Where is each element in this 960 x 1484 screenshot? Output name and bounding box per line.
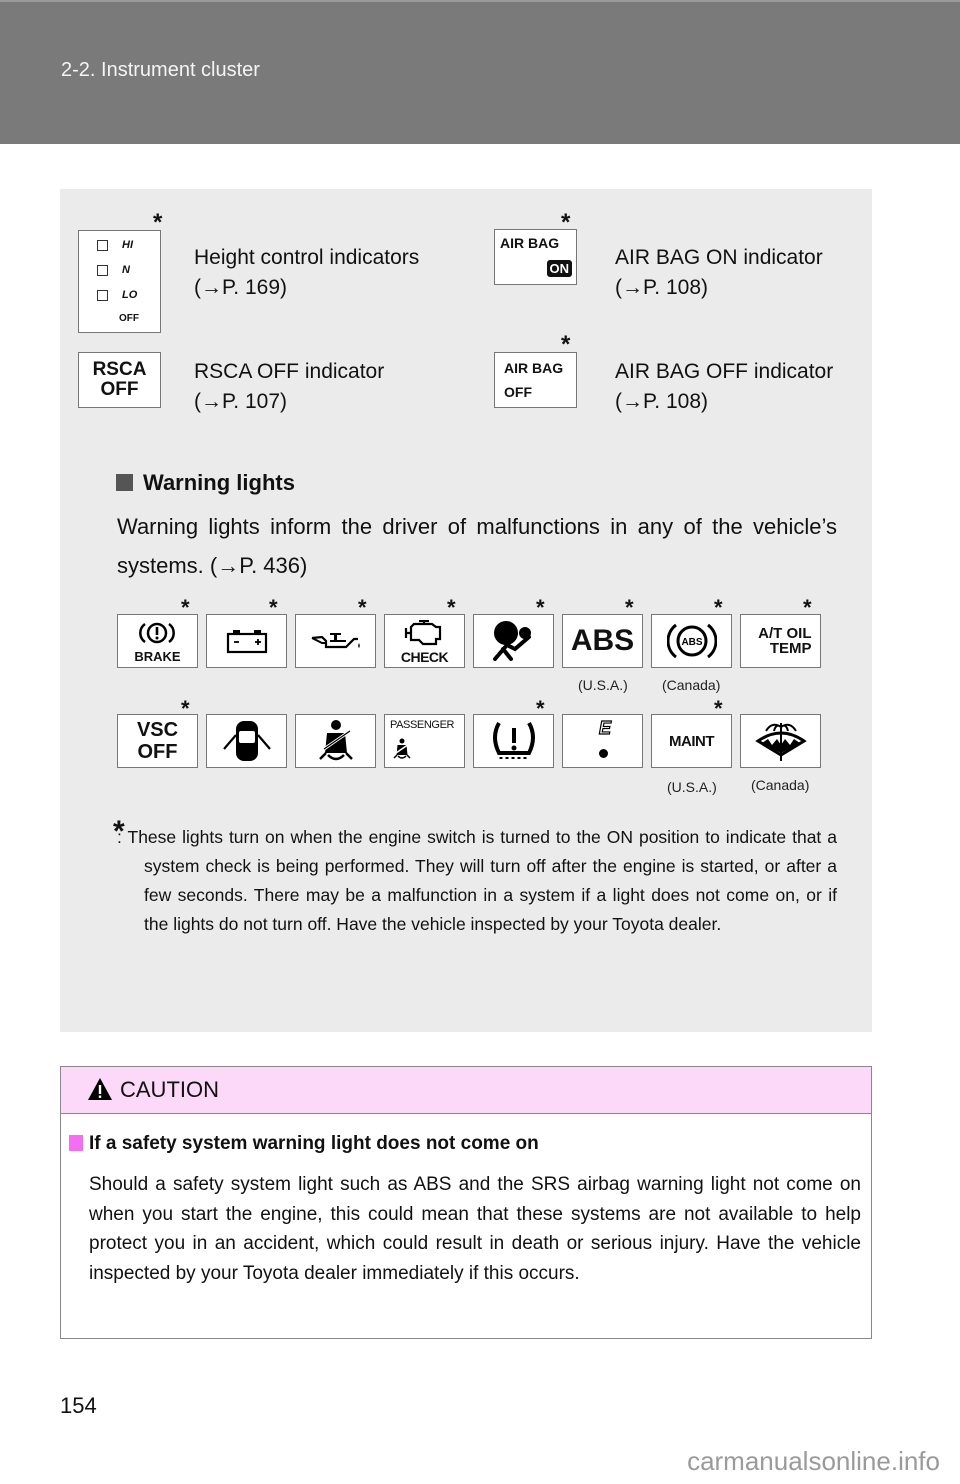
airbag-off-desc: AIR BAG OFF indicator (→P. 108) [615,357,833,417]
brake-text: BRAKE [134,648,181,664]
caution-header: CAUTION [61,1067,871,1114]
rsca-off-icon: RSCA OFF [78,352,161,408]
warning-lights-heading: Warning lights [116,470,295,496]
warning-triangle-icon [88,1078,112,1100]
indicator-label: AIR BAG OFF indicator [615,360,834,383]
maint-reqd-light: MAINT [651,714,732,768]
check-engine-light: CHECK [384,614,465,668]
off-text: OFF [100,379,139,400]
oil-pressure-icon [311,633,360,649]
passenger-seatbelt-icon [393,738,411,759]
footnote-text: : These lights turn on when the engine s… [117,827,837,934]
brake-warning-icon: BRAKE [134,620,181,664]
passenger-seatbelt-light: PASSENGER [384,714,465,768]
at-oil-temp-light: A/T OIL TEMP [740,614,821,668]
door-open-icon [222,721,271,761]
caution-subtitle: If a safety system warning light does no… [69,1133,539,1155]
fuel-dot [599,749,608,758]
airbag-on-desc: AIR BAG ON indicator (→P. 108) [615,243,823,303]
page-ref-link[interactable]: (→P. 107) [194,387,384,417]
region-label: (Canada) [662,677,721,693]
off-text: OFF [504,384,532,400]
airbag-text: AIR BAG [504,360,564,376]
hc-off-label: OFF [119,313,139,324]
passenger-text: PASSENGER [390,719,455,731]
washer-fluid-light [740,714,821,768]
vsc-off-light: VSC OFF [117,714,198,768]
watermark: carmanualsonline.info [687,1446,940,1476]
footnote: * : These lights turn on when the engine… [113,817,837,939]
hc-hi-label: HI [122,239,133,251]
region-label: (U.S.A.) [578,677,628,693]
at-oil-temp-icon: A/T OIL TEMP [758,625,812,657]
region-label: (U.S.A.) [667,779,717,795]
tire-pressure-icon [492,722,535,759]
check-engine-icon: CHECK [400,619,449,665]
caution-body: Should a safety system light such as ABS… [89,1174,861,1284]
check-text: CHECK [400,648,449,665]
hc-lo-label: LO [122,289,138,301]
on-badge: ON [546,260,572,277]
section-title: 2-2. Instrument cluster [61,59,260,81]
abs-small-text: ABS [681,637,702,648]
caution-title: CAUTION [120,1077,219,1102]
page-header: 2-2. Instrument cluster [0,0,960,144]
low-fuel-icon: E [598,717,612,738]
oil-pressure-light [295,614,376,668]
vsc-off-icon: VSC OFF [136,719,179,763]
abs-warning-light-canada: ABS [651,614,732,668]
hc-n-label: N [122,264,130,276]
caution-box: CAUTION If a safety system warning light… [60,1066,872,1339]
height-control-desc: Height control indicators (→P. 169) [194,243,419,303]
tire-pressure-light [473,714,554,768]
page-ref-link[interactable]: (→P. 169) [194,273,419,303]
rsca-text: RSCA [92,359,147,380]
region-label: (Canada) [751,777,810,793]
bullet-square [116,474,133,491]
info-panel: * HI N LO OFF Height control indicators … [60,189,872,1032]
door-open-light [206,714,287,768]
page-ref-link[interactable]: (→P. 108) [615,387,833,417]
page-ref-link[interactable]: (→P. 108) [615,273,823,303]
abs-circle-icon: ABS [666,623,717,659]
airbag-on-icon: AIR BAG ON [494,229,577,285]
heading-text: Warning lights [143,470,295,495]
low-fuel-light: E [562,714,643,768]
airbag-off-icon: AIR BAG OFF [494,352,577,408]
warning-lights-intro: Warning lights inform the driver of malf… [117,514,837,578]
bullet-square [69,1135,83,1151]
battery-charge-icon [226,630,267,654]
maint-icon: MAINT [669,732,715,750]
airbag-text: AIR BAG [500,235,560,251]
indicator-label: RSCA OFF indicator [194,360,385,383]
srs-warning-light [473,614,554,668]
indicator-label: Height control indicators [194,246,420,269]
abs-text-icon: ABS [570,624,635,657]
indicator-label: AIR BAG ON indicator [615,246,823,269]
charging-system-light [206,614,287,668]
subtitle-text: If a safety system warning light does no… [89,1133,539,1154]
washer-fluid-icon [754,723,807,761]
rsca-off-desc: RSCA OFF indicator (→P. 107) [194,357,384,417]
seatbelt-reminder-light [295,714,376,768]
srs-airbag-icon [492,621,531,661]
seatbelt-icon [318,720,353,761]
brake-warning-light: BRAKE [117,614,198,668]
abs-warning-light-usa: ABS [562,614,643,668]
height-control-icon: HI N LO OFF [78,230,161,333]
page-number: 154 [60,1393,97,1418]
footnote-marker: * [113,815,125,848]
